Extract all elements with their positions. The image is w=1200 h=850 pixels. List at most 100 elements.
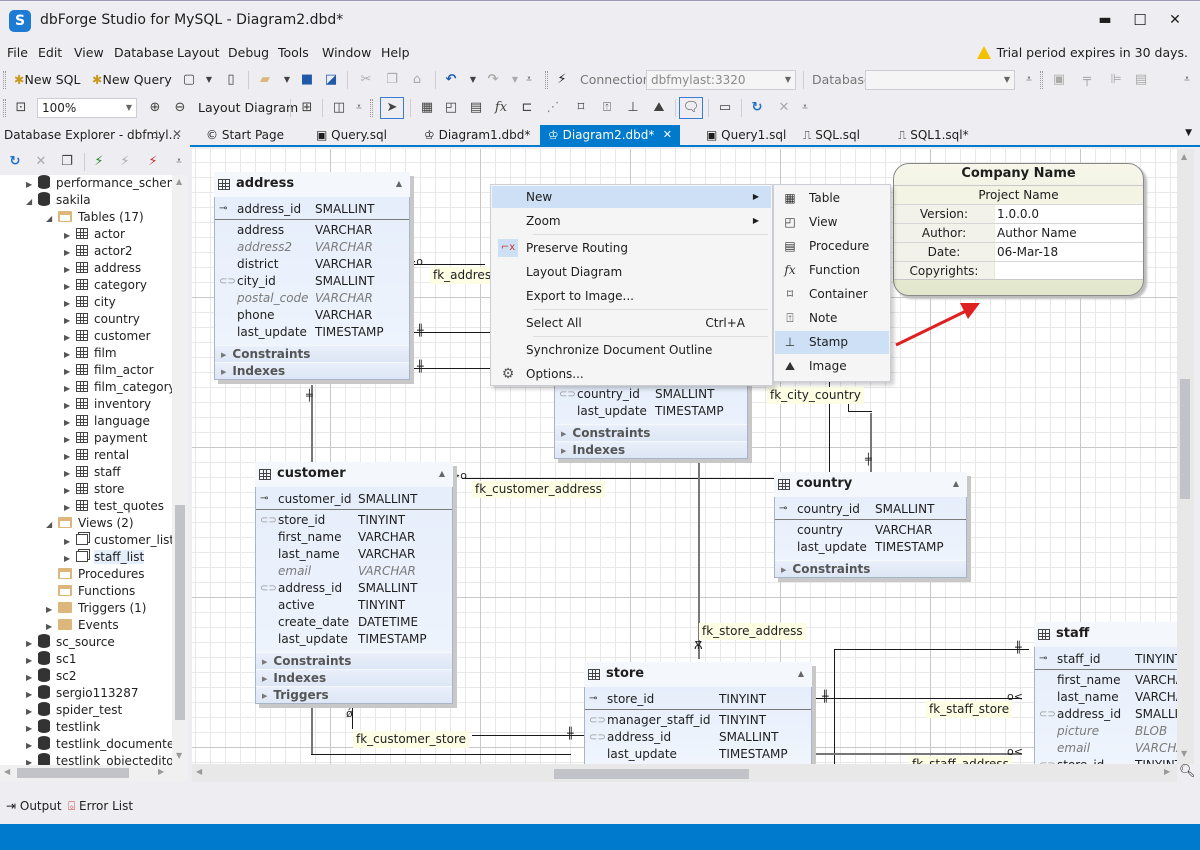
- trial-notice[interactable]: Trial period expires in 30 days.: [976, 45, 1188, 60]
- close-panel-icon[interactable]: ✕: [172, 127, 182, 141]
- column-row[interactable]: ⊂⊃ manager_staff_id TINYINT: [585, 712, 811, 729]
- scroll-right-icon[interactable]: ▶: [158, 767, 164, 776]
- collapse-arrow-icon[interactable]: ◢: [46, 516, 58, 533]
- sub-container[interactable]: ⌑ Container: [775, 283, 889, 306]
- menu-file[interactable]: File: [7, 45, 28, 60]
- column-row[interactable]: ⊂⊃ country_id SMALLINT: [555, 386, 747, 403]
- column-row[interactable]: ⊂⊃address_id SMALLINT: [256, 580, 452, 597]
- pin-icon[interactable]: ⊥: [152, 128, 162, 141]
- save-icon[interactable]: ■: [298, 71, 316, 89]
- expand-arrow-icon[interactable]: ▶: [64, 499, 76, 516]
- tree-item[interactable]: ◢ Views (2): [46, 515, 134, 532]
- expand-arrow-icon[interactable]: ▶: [26, 737, 38, 754]
- column-row[interactable]: ⊂⊃address_id SMALLINT: [1035, 706, 1177, 723]
- column-row[interactable]: ⊂⊃address_id SMALLINT: [585, 729, 811, 746]
- tree-item[interactable]: ▶ staff_list: [64, 549, 145, 566]
- expand-arrow-icon[interactable]: ▶: [64, 431, 76, 448]
- entity-section-constraints[interactable]: ▶ Constraints: [256, 652, 452, 669]
- tree-item[interactable]: ▶ spider_test: [26, 702, 122, 719]
- column-row[interactable]: last_update TIMESTAMP: [256, 631, 452, 648]
- tree-item[interactable]: ▶ film: [64, 345, 117, 362]
- expand-arrow-icon[interactable]: ▶: [26, 703, 38, 720]
- expand-arrow-icon[interactable]: ▶: [64, 465, 76, 482]
- save-all-icon[interactable]: ◪: [322, 71, 340, 89]
- function-tool-icon[interactable]: fx: [492, 99, 510, 117]
- edit-connection-icon[interactable]: ⚡: [116, 153, 134, 171]
- undo-dropdown[interactable]: ▼: [464, 71, 482, 89]
- expand-arrow-icon[interactable]: ▶: [64, 346, 76, 363]
- expand-arrow-icon[interactable]: ▶: [64, 329, 76, 346]
- column-row[interactable]: active TINYINT: [256, 597, 452, 614]
- scroll-up-icon[interactable]: ▲: [1181, 152, 1187, 161]
- doc-tab[interactable]: ⎍ SQL1.sql*: [890, 125, 1000, 145]
- menu-edit[interactable]: Edit: [38, 45, 62, 60]
- expand-arrow-icon[interactable]: ▶: [64, 244, 76, 261]
- collapse-entity-icon[interactable]: ▲: [953, 472, 959, 496]
- new-connection-icon[interactable]: ⚡: [90, 153, 108, 171]
- entity-section-constraints[interactable]: ▶ Constraints: [775, 560, 966, 577]
- relation-line[interactable]: [834, 649, 1029, 650]
- column-row[interactable]: ⊸ staff_id TINYINT: [1035, 649, 1177, 670]
- toolbar-overflow-icon[interactable]: ⩡: [796, 99, 814, 117]
- tree-item[interactable]: ▶ language: [64, 413, 150, 430]
- expand-arrow-icon[interactable]: ▶: [64, 448, 76, 465]
- open-folder-icon[interactable]: ▰: [256, 71, 274, 89]
- collapse-entity-icon[interactable]: ▲: [396, 172, 402, 196]
- scroll-up-icon[interactable]: ▲: [176, 177, 182, 186]
- tree-item[interactable]: ▶ city: [64, 294, 116, 311]
- entity-section-triggers[interactable]: ▶ Triggers: [256, 686, 452, 703]
- relation-line[interactable]: [311, 754, 571, 755]
- tree-item[interactable]: ▶ testlink_documenter: [26, 736, 172, 753]
- tree-item[interactable]: ▶ film_actor: [64, 362, 154, 379]
- menu-database[interactable]: Database: [114, 45, 174, 60]
- stamp-widget[interactable]: Company Name Project Name Version: 1.0.0.…: [893, 163, 1144, 296]
- column-row[interactable]: ⊂⊃ city_id SMALLINT: [215, 273, 409, 290]
- connection-select[interactable]: dbfmylast:3320 ▼: [646, 70, 796, 90]
- toolbar-grip[interactable]: [3, 71, 6, 89]
- expand-arrow-icon[interactable]: ▶: [26, 720, 38, 737]
- image-tool-icon[interactable]: ⛰: [650, 99, 668, 117]
- comment-tool-icon[interactable]: 🗨: [679, 97, 703, 119]
- expand-arrow-icon[interactable]: ▶: [26, 652, 38, 669]
- dotted-relation-tool-icon[interactable]: ⋰: [544, 99, 562, 117]
- toolbar-grip[interactable]: [370, 99, 373, 117]
- sub-note[interactable]: ⍐ Note: [775, 307, 889, 330]
- column-row[interactable]: email VARCHAR: [256, 563, 452, 580]
- relation-line[interactable]: [848, 411, 872, 412]
- scroll-left-icon[interactable]: ◀: [4, 767, 10, 776]
- tree-item[interactable]: ▶ payment: [64, 430, 147, 447]
- column-row[interactable]: last_update TIMESTAMP: [775, 539, 966, 556]
- menu-window[interactable]: Window: [322, 45, 371, 60]
- column-row[interactable]: picture BLOB: [1035, 723, 1177, 740]
- zoom-fit-icon[interactable]: ⊡: [12, 99, 30, 117]
- new-connection-icon[interactable]: ⚡: [553, 71, 571, 89]
- collapse-entity-icon[interactable]: ▲: [439, 462, 445, 486]
- tree-item[interactable]: ▶ store: [64, 481, 124, 498]
- relation-line[interactable]: [812, 753, 1022, 755]
- tree-item[interactable]: ▶ customer: [64, 328, 151, 345]
- canvas-hscroll-thumb[interactable]: [554, 769, 749, 779]
- tree-item[interactable]: Procedures: [46, 566, 145, 583]
- stamp-tool-icon[interactable]: ⊥: [624, 99, 642, 117]
- ctx-select-all[interactable]: Select All Ctrl+A: [492, 312, 771, 334]
- sub-view[interactable]: ◰ View: [775, 211, 889, 234]
- collapse-all-icon[interactable]: ❐: [58, 153, 76, 171]
- view-tool-icon[interactable]: ◰: [442, 99, 460, 117]
- note-tool-icon[interactable]: ⍐: [598, 99, 616, 117]
- tree-item[interactable]: ◢ sakila: [26, 192, 91, 209]
- toolbar-overflow-icon[interactable]: ⩡: [520, 71, 538, 89]
- zoom-in-icon[interactable]: ⊕: [146, 99, 164, 117]
- align-left-icon[interactable]: ⊫: [1107, 71, 1125, 89]
- relation-label[interactable]: fk_staff_store: [926, 701, 1013, 718]
- relation-line[interactable]: [812, 698, 1022, 699]
- tree-item[interactable]: ▶ film_category: [64, 379, 172, 396]
- tree-item[interactable]: ▶ testlink: [26, 719, 100, 736]
- ctx-zoom[interactable]: Zoom ▶: [492, 210, 771, 232]
- column-row[interactable]: district VARCHAR: [215, 256, 409, 273]
- ctx-export-image[interactable]: Export to Image...: [492, 285, 771, 307]
- new-file-icon[interactable]: ▯: [222, 71, 240, 89]
- sub-stamp[interactable]: ⊥ Stamp: [775, 331, 889, 354]
- expand-arrow-icon[interactable]: ▶: [64, 414, 76, 431]
- entity-header[interactable]: store ▲: [584, 662, 812, 687]
- sub-function[interactable]: fx Function: [775, 259, 889, 282]
